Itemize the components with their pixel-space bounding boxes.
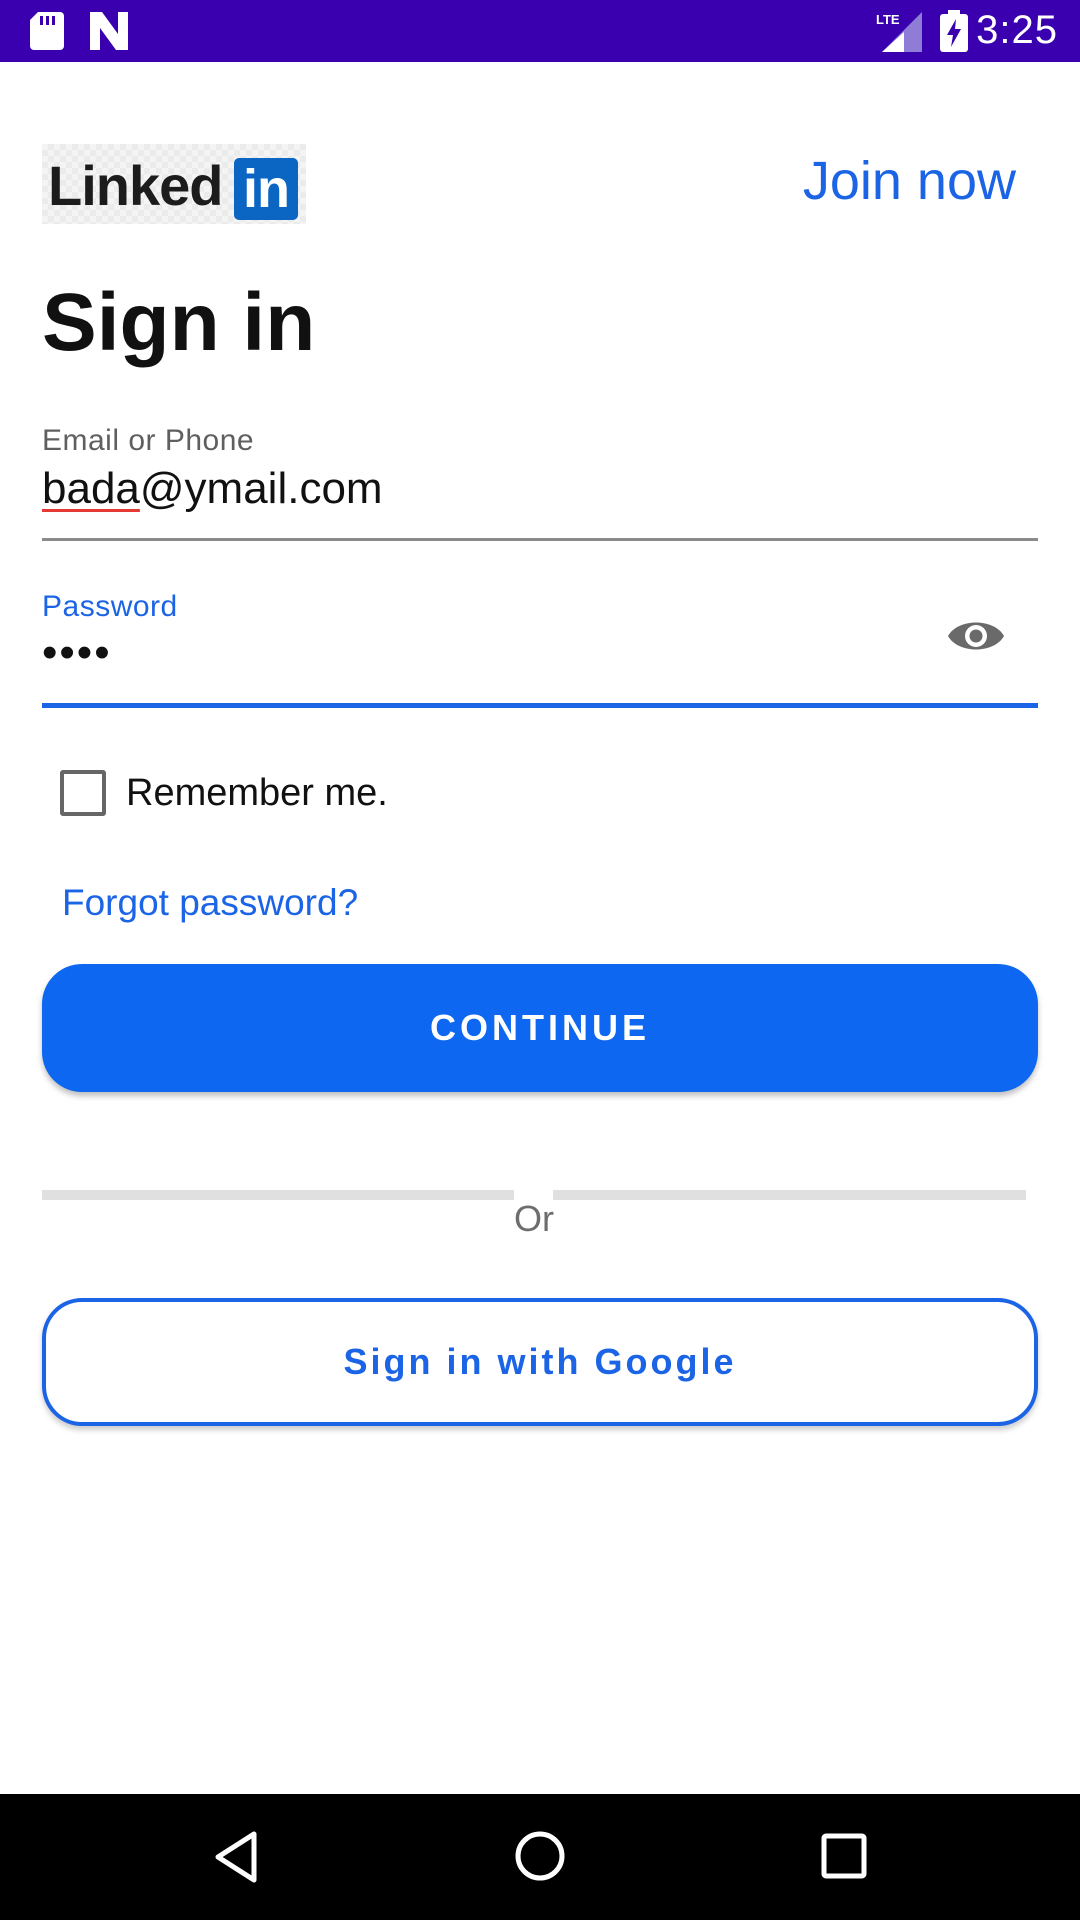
password-field-value[interactable]: •••• [42,628,112,678]
password-field-label: Password [42,590,178,623]
back-icon[interactable] [212,1830,260,1889]
lte-signal-icon: LTE [874,10,922,57]
email-value-rest: @ymail.com [139,464,383,513]
sign-in-with-google-button[interactable]: Sign in with Google [42,1298,1038,1426]
linkedin-logo: Linked in [42,144,306,224]
svg-text:LTE: LTE [876,12,900,27]
password-field-underline [42,703,1038,708]
or-divider-text: Or [514,1198,554,1239]
battery-charging-icon [940,10,968,57]
email-field-value[interactable]: bada@ymail.com [42,464,383,514]
sd-card-icon [30,12,64,55]
page-title: Sign in [42,277,316,368]
remember-me-checkbox[interactable] [60,770,106,816]
n-notification-icon [88,12,130,55]
join-now-link[interactable]: Join now [803,150,1016,212]
home-icon[interactable] [512,1828,568,1889]
status-bar: LTE 3:25 [0,0,1080,62]
navigation-bar [0,1794,1080,1920]
screen: LTE 3:25 Linked in Join now Sign in Emai… [0,0,1080,1920]
recent-apps-icon[interactable] [820,1832,868,1885]
remember-me-label[interactable]: Remember me. [126,772,388,815]
clock: 3:25 [976,8,1058,52]
eye-icon[interactable] [946,614,1006,658]
email-field-underline [42,538,1038,541]
continue-button[interactable]: CONTINUE [42,964,1038,1092]
divider-right [553,1190,1026,1200]
forgot-password-link[interactable]: Forgot password? [62,882,358,924]
email-field-label: Email or Phone [42,424,255,457]
logo-box: in [234,158,298,220]
spellcheck-underlined-text: bada [42,464,140,513]
divider-left [42,1190,514,1200]
logo-text: Linked [48,154,223,217]
